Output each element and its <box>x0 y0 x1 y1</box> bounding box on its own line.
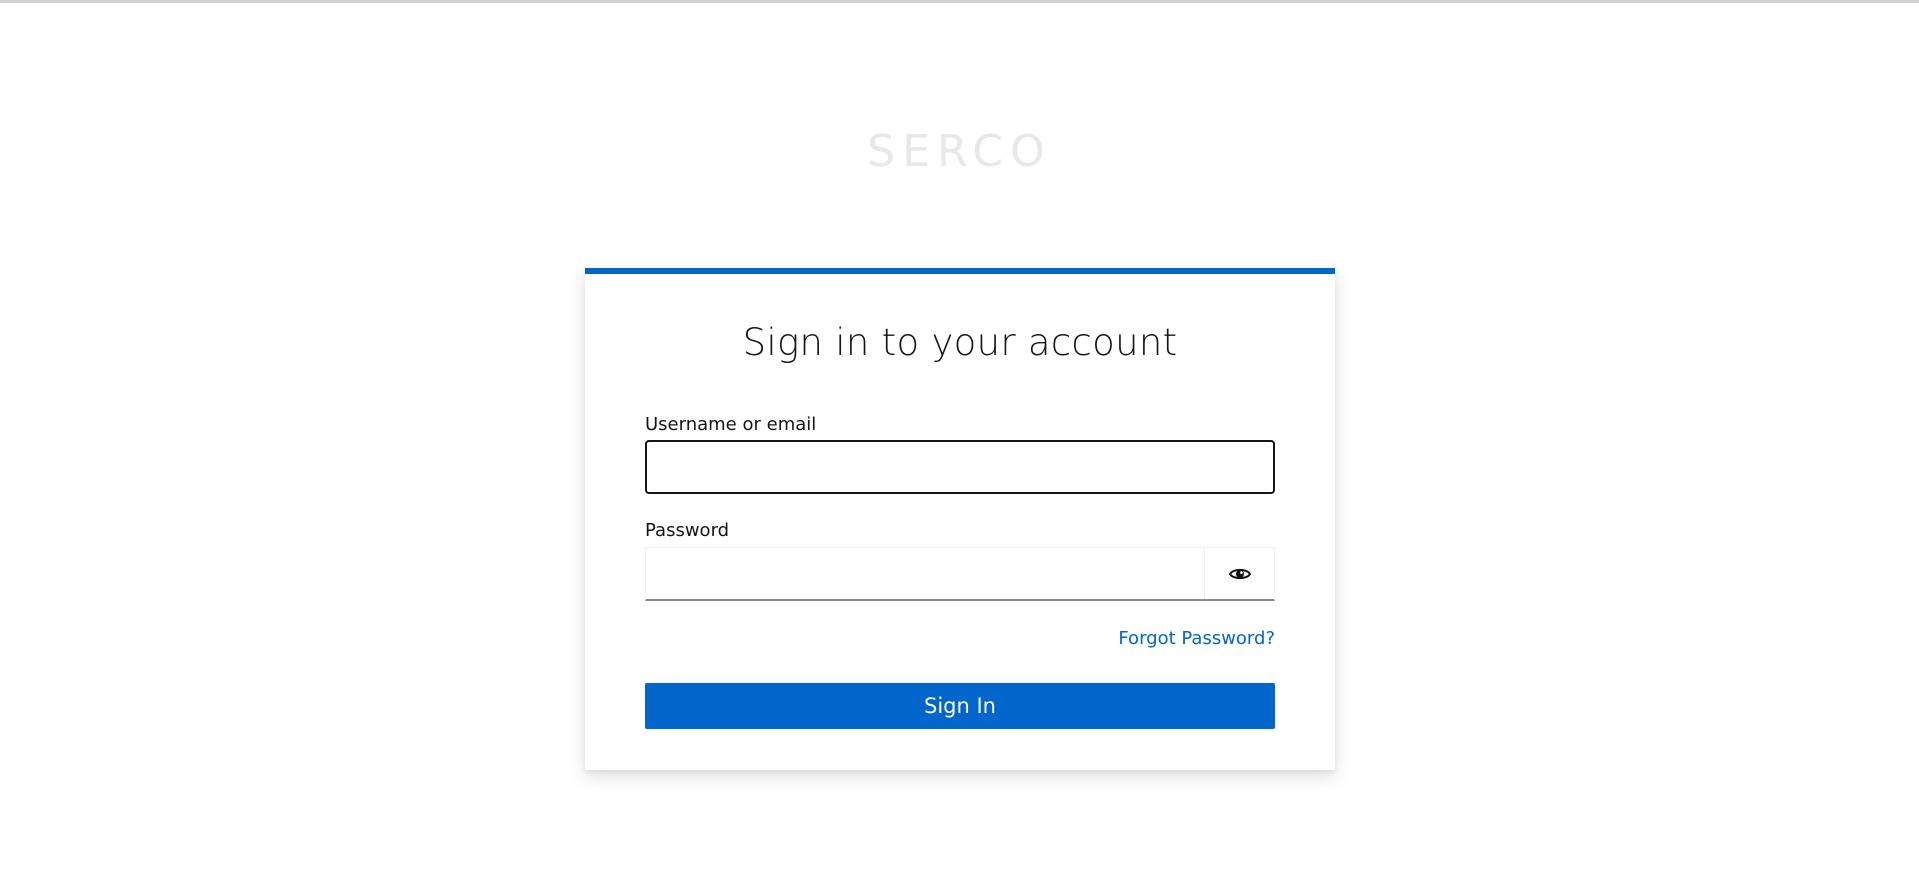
password-input-group <box>645 547 1275 601</box>
show-password-button[interactable] <box>1204 548 1274 599</box>
password-label: Password <box>645 520 730 541</box>
forgot-password-link[interactable]: Forgot Password? <box>1118 628 1275 649</box>
username-field[interactable] <box>645 440 1275 494</box>
top-divider <box>0 0 1919 3</box>
username-label: Username or email <box>645 414 817 435</box>
login-card: Sign in to your account Username or emai… <box>585 268 1335 770</box>
brand-logo-text: SERCO <box>867 126 1052 177</box>
sign-in-button[interactable]: Sign In <box>645 683 1275 729</box>
page-title: Sign in to your account <box>742 321 1178 364</box>
password-field[interactable] <box>646 548 1204 599</box>
eye-icon <box>1228 566 1251 582</box>
